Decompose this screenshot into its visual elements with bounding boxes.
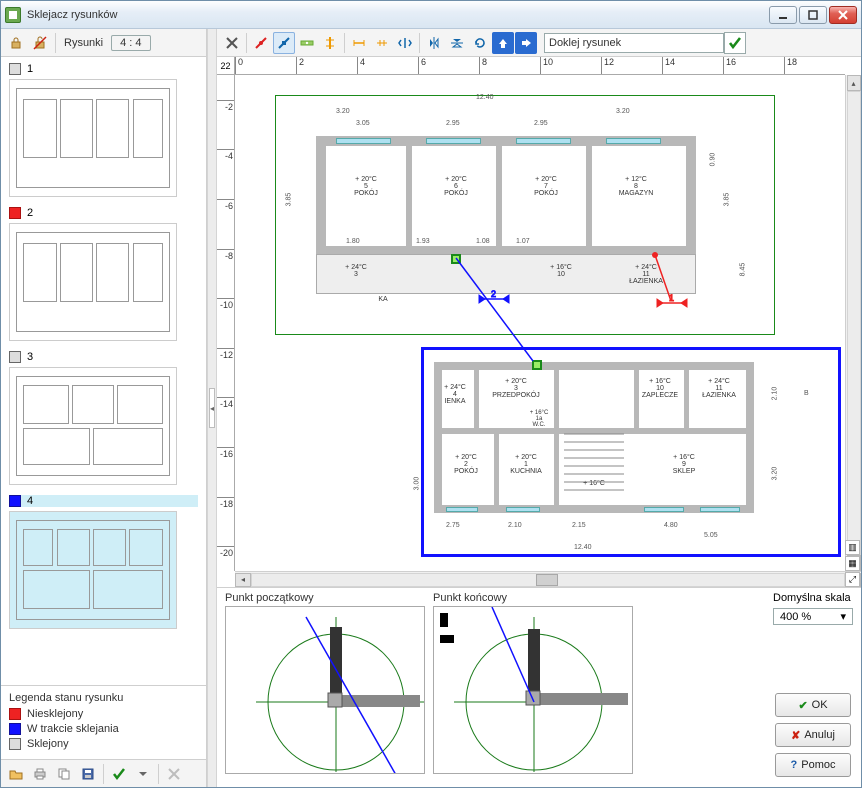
cancel-action-icon[interactable] — [221, 32, 243, 54]
ruler-origin: 22 — [217, 57, 235, 75]
thumbnail-image — [9, 511, 177, 629]
save-icon[interactable] — [77, 763, 99, 785]
legend-label: W trakcie sklejania — [27, 723, 119, 735]
snap-point-icon[interactable] — [250, 32, 272, 54]
thumb-number: 4 — [27, 495, 33, 507]
workspace-toolbar: Doklej rysunek — [217, 29, 861, 57]
rotate-icon[interactable] — [469, 32, 491, 54]
snap-line-icon[interactable] — [273, 32, 295, 54]
scale-dropdown[interactable]: 400 % ▾ — [773, 608, 853, 625]
drawing-canvas[interactable]: 12.40 3.20 3.05 2.95 2.95 3.20 — [235, 75, 861, 571]
dimension-h-icon[interactable] — [348, 32, 370, 54]
app-window: Sklejacz rysunków Rysunki 4 : 4 1 — [0, 0, 862, 788]
legend-item: Niesklejony — [9, 708, 198, 720]
status-square-icon — [9, 63, 21, 75]
end-point-preview — [433, 606, 633, 774]
status-square-icon — [9, 207, 21, 219]
arrow-up-icon[interactable] — [492, 32, 514, 54]
start-point-label: Punkt początkowy — [225, 592, 425, 604]
mirror-h-icon[interactable] — [446, 32, 468, 54]
level-icon[interactable] — [296, 32, 318, 54]
legend-swatch-icon — [9, 708, 21, 720]
status-square-icon — [9, 495, 21, 507]
delete-icon[interactable] — [163, 763, 185, 785]
vertical-scrollbar[interactable]: ▴ ▾ — [845, 75, 861, 571]
thumbnail-item[interactable]: 1 — [9, 63, 198, 197]
thumbnail-item[interactable]: 3 — [9, 351, 198, 485]
confirm-icon[interactable] — [108, 763, 130, 785]
unlock-icon[interactable] — [29, 32, 51, 54]
command-dropdown[interactable]: Doklej rysunek — [544, 33, 724, 53]
check-icon: ✔ — [798, 699, 807, 712]
scroll-up-icon[interactable]: ▴ — [847, 75, 861, 91]
dimension-segment-icon[interactable] — [371, 32, 393, 54]
legend: Legenda stanu rysunku Niesklejony W trak… — [1, 685, 206, 759]
end-point-label: Punkt końcowy — [433, 592, 633, 604]
status-square-icon — [9, 351, 21, 363]
thumb-number: 3 — [27, 351, 33, 363]
thumbnail-list: 1 2 — [1, 57, 206, 685]
sidebar: Rysunki 4 : 4 1 — [1, 29, 207, 787]
help-button[interactable]: ?Pomoc — [775, 753, 851, 777]
thumb-number: 1 — [27, 63, 33, 75]
default-scale-label: Domyślna skala — [773, 592, 851, 604]
thumbnail-image — [9, 367, 177, 485]
question-icon: ? — [791, 759, 798, 771]
layers-icon[interactable]: ▥ — [845, 540, 860, 555]
legend-swatch-icon — [9, 738, 21, 750]
titlebar: Sklejacz rysunków — [1, 1, 861, 29]
command-label: Doklej rysunek — [549, 37, 621, 49]
sidebar-bottom-toolbar — [1, 759, 206, 787]
ok-button[interactable]: ✔OK — [775, 693, 851, 717]
start-point-preview — [225, 606, 425, 774]
close-button[interactable] — [829, 6, 857, 24]
thumbnail-image — [9, 223, 177, 341]
preview-panel: Punkt początkowy Pu — [217, 587, 861, 787]
legend-label: Sklejony — [27, 738, 69, 750]
open-icon[interactable] — [5, 763, 27, 785]
drawings-counter: 4 : 4 — [111, 35, 150, 51]
scrollbar-thumb[interactable] — [536, 574, 558, 586]
window-controls — [769, 6, 857, 24]
sidebar-collapse-handle[interactable]: ◂ — [207, 29, 217, 787]
mirror-v-icon[interactable] — [423, 32, 445, 54]
command-confirm-button[interactable] — [724, 32, 746, 54]
horizontal-scrollbar[interactable]: ◂ ▸ — [235, 571, 861, 587]
thumbnail-item[interactable]: 2 — [9, 207, 198, 341]
grid-icon[interactable]: ▦ — [845, 556, 860, 571]
copy-icon[interactable] — [53, 763, 75, 785]
scroll-left-icon[interactable]: ◂ — [235, 573, 251, 587]
thumbnail-image — [9, 79, 177, 197]
cross-icon: ✘ — [791, 729, 800, 742]
legend-title: Legenda stanu rysunku — [9, 692, 198, 704]
arrow-right-icon[interactable] — [515, 32, 537, 54]
cancel-button[interactable]: ✘Anuluj — [775, 723, 851, 747]
dialog-buttons: ✔OK ✘Anuluj ?Pomoc — [775, 693, 851, 777]
dimension-label: 12.40 — [476, 94, 494, 101]
flip-h-icon[interactable] — [394, 32, 416, 54]
minimize-button[interactable] — [769, 6, 797, 24]
print-icon[interactable] — [29, 763, 51, 785]
thumb-number: 2 — [27, 207, 33, 219]
legend-item: Sklejony — [9, 738, 198, 750]
legend-swatch-icon — [9, 723, 21, 735]
workspace: Doklej rysunek 22 02468101214161820 -2-4… — [217, 29, 861, 787]
align-vertical-icon[interactable] — [319, 32, 341, 54]
vertical-ruler: -2-4-6-8-10-12-14-16-18-20 — [217, 75, 235, 571]
maximize-button[interactable] — [799, 6, 827, 24]
scale-value: 400 % — [780, 611, 811, 623]
lock-icon[interactable] — [5, 32, 27, 54]
sidebar-toolbar: Rysunki 4 : 4 — [1, 29, 206, 57]
thumbnail-item[interactable]: 4 — [9, 495, 198, 629]
zoom-extents-icon[interactable]: ⤢ — [845, 572, 860, 587]
window-title: Sklejacz rysunków — [27, 9, 769, 21]
dropdown-caret-icon: ▾ — [840, 610, 846, 623]
app-icon — [5, 7, 21, 23]
drawings-label: Rysunki — [64, 37, 103, 49]
dropdown-arrow-icon[interactable] — [132, 763, 154, 785]
legend-label: Niesklejony — [27, 708, 83, 720]
canvas-area: 22 02468101214161820 -2-4-6-8-10-12-14-1… — [217, 57, 861, 587]
horizontal-ruler: 02468101214161820 — [235, 57, 845, 75]
legend-item: W trakcie sklejania — [9, 723, 198, 735]
